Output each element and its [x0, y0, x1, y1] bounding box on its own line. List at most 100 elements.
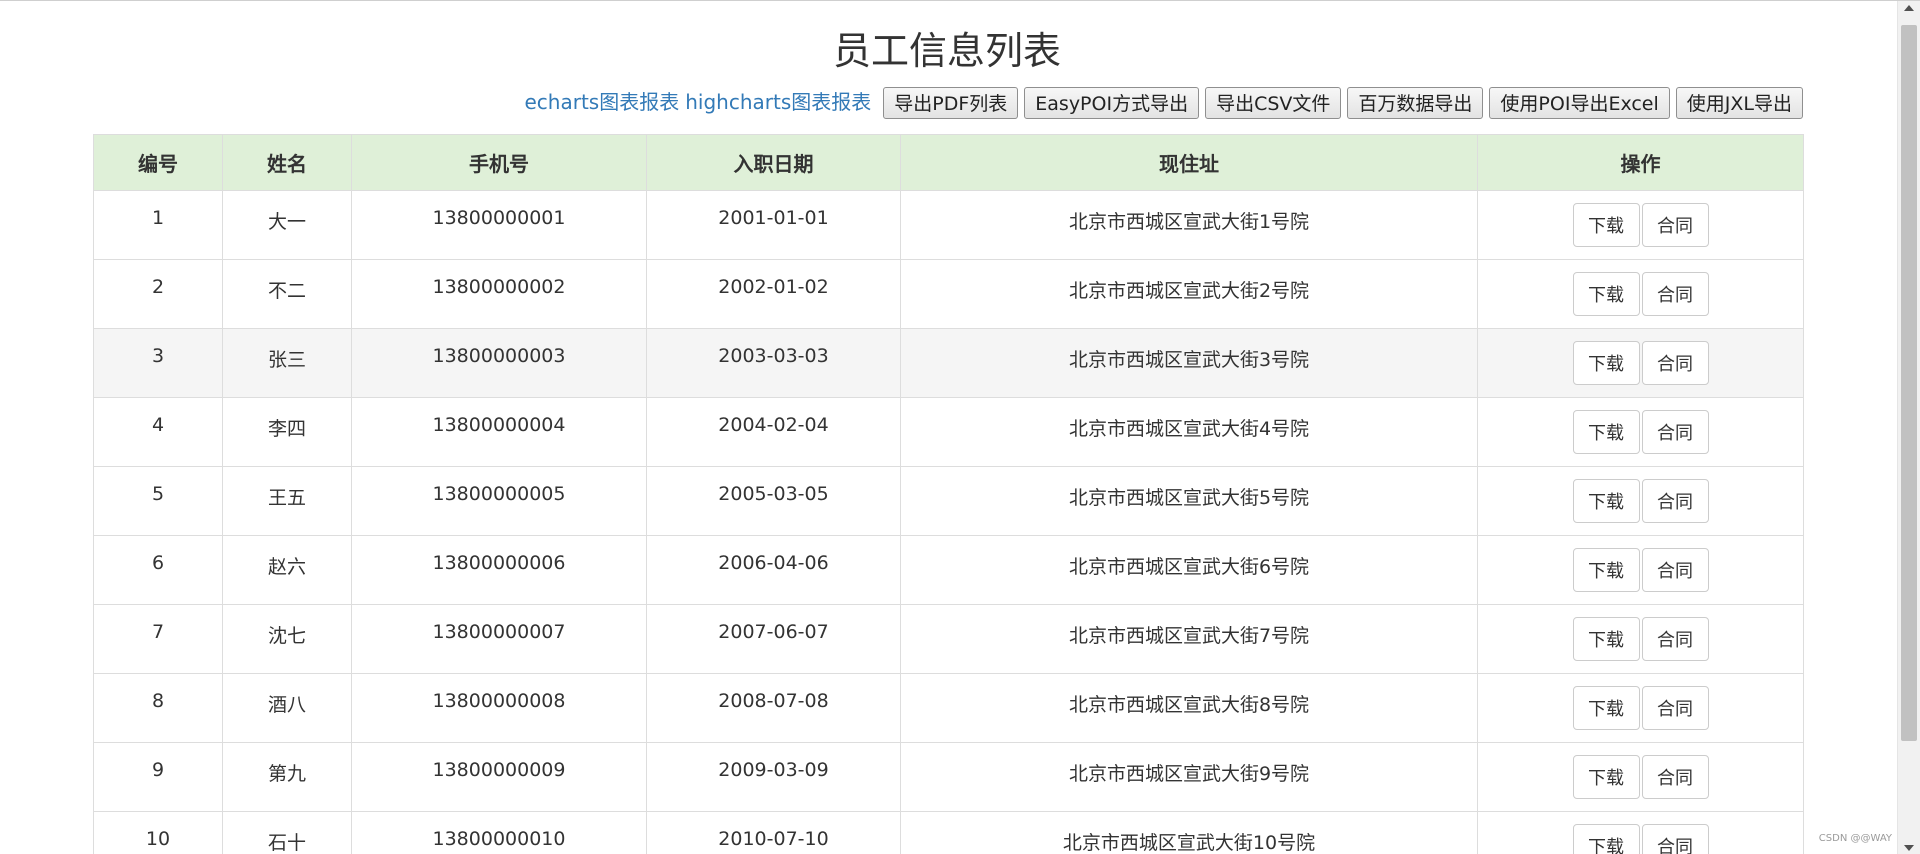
download-button[interactable]: 下载 — [1572, 755, 1640, 799]
cell-address: 北京市西城区宣武大街8号院 — [900, 673, 1478, 743]
cell-name: 大一 — [222, 190, 352, 260]
cell-name: 李四 — [222, 397, 352, 467]
toolbar: echarts图表报表 highcharts图表报表 导出PDF列表 EasyP… — [525, 86, 1803, 119]
cell-address: 北京市西城区宣武大街4号院 — [900, 397, 1478, 467]
cell-name: 石十 — [222, 811, 352, 854]
cell-actions: 下载 合同 — [1477, 535, 1804, 605]
cell-actions: 下载 合同 — [1477, 673, 1804, 743]
cell-address: 北京市西城区宣武大街6号院 — [900, 535, 1478, 605]
contract-button[interactable]: 合同 — [1641, 686, 1709, 730]
contract-button[interactable]: 合同 — [1641, 479, 1709, 523]
contract-button[interactable]: 合同 — [1641, 341, 1709, 385]
cell-phone: 13800000005 — [351, 466, 647, 536]
cell-actions: 下载 合同 — [1477, 604, 1804, 674]
scroll-up-arrow-icon[interactable] — [1904, 5, 1914, 11]
download-button[interactable]: 下载 — [1572, 824, 1640, 854]
column-header-address: 现住址 — [900, 134, 1478, 191]
cell-id: 5 — [93, 466, 223, 536]
cell-hire-date: 2010-07-10 — [646, 811, 901, 854]
cell-hire-date: 2006-04-06 — [646, 535, 901, 605]
contract-button[interactable]: 合同 — [1641, 617, 1709, 661]
table-row: 10 石十 13800000010 2010-07-10 北京市西城区宣武大街10号院下… — [93, 811, 1804, 854]
cell-id: 1 — [93, 190, 223, 260]
cell-hire-date: 2001-01-01 — [646, 190, 901, 260]
cell-actions: 下载 合同 — [1477, 811, 1804, 854]
highcharts-report-link[interactable]: highcharts图表报表 — [685, 86, 871, 119]
cell-id: 2 — [93, 259, 223, 329]
column-header-name: 姓名 — [222, 134, 352, 191]
table-row: 4 李四 13800000004 2004-02-04 北京市西城区宣武大街4号院 下载合… — [93, 397, 1804, 467]
scrollbar-thumb[interactable] — [1901, 25, 1917, 741]
cell-address: 北京市西城区宣武大街3号院 — [900, 328, 1478, 398]
column-header-id: 编号 — [93, 134, 223, 191]
cell-name: 酒八 — [222, 673, 352, 743]
cell-phone: 13800000002 — [351, 259, 647, 329]
cell-phone: 13800000007 — [351, 604, 647, 674]
cell-hire-date: 2008-07-08 — [646, 673, 901, 743]
cell-hire-date: 2003-03-03 — [646, 328, 901, 398]
cell-hire-date: 2005-03-05 — [646, 466, 901, 536]
table-header-row: 编号 姓名 手机号 入职日期 现住址 操作 — [93, 134, 1804, 191]
cell-hire-date: 2007-06-07 — [646, 604, 901, 674]
cell-phone: 13800000003 — [351, 328, 647, 398]
easypoi-export-button[interactable]: EasyPOI方式导出 — [1024, 86, 1200, 119]
million-data-export-button[interactable]: 百万数据导出 — [1347, 86, 1484, 119]
cell-id: 10 — [93, 811, 223, 854]
cell-id: 3 — [93, 328, 223, 398]
cell-phone: 13800000009 — [351, 742, 647, 812]
cell-actions: 下载 合同 — [1477, 190, 1804, 260]
download-button[interactable]: 下载 — [1572, 548, 1640, 592]
contract-button[interactable]: 合同 — [1641, 548, 1709, 592]
cell-actions: 下载 合同 — [1477, 742, 1804, 812]
cell-address: 北京市西城区宣武大街9号院 — [900, 742, 1478, 812]
cell-hire-date: 2009-03-09 — [646, 742, 901, 812]
cell-id: 4 — [93, 397, 223, 467]
jxl-export-button[interactable]: 使用JXL导出 — [1675, 86, 1803, 119]
cell-phone: 13800000010 — [351, 811, 647, 854]
table-row: 7 沈七 13800000007 2007-06-07 北京市西城区宣武大街7号院 下载合… — [93, 604, 1804, 674]
table-row: 5 王五 13800000005 2005-03-05 北京市西城区宣武大街5号院 下载合… — [93, 466, 1804, 536]
poi-export-excel-button[interactable]: 使用POI导出Excel — [1489, 86, 1670, 119]
echarts-report-link[interactable]: echarts图表报表 — [525, 86, 680, 119]
cell-hire-date: 2002-01-02 — [646, 259, 901, 329]
column-header-hire-date: 入职日期 — [646, 134, 901, 191]
table-row: 3 张三 13800000003 2003-03-03 北京市西城区宣武大街3号院 下载合… — [93, 328, 1804, 398]
table-row: 8 酒八 13800000008 2008-07-08 北京市西城区宣武大街8号院 下载合… — [93, 673, 1804, 743]
export-pdf-button[interactable]: 导出PDF列表 — [883, 86, 1019, 119]
cell-id: 9 — [93, 742, 223, 812]
contract-button[interactable]: 合同 — [1641, 410, 1709, 454]
contract-button[interactable]: 合同 — [1641, 272, 1709, 316]
cell-actions: 下载 合同 — [1477, 328, 1804, 398]
cell-address: 北京市西城区宣武大街1号院 — [900, 190, 1478, 260]
page: 员工信息列表 echarts图表报表 highcharts图表报表 导出PDF列… — [0, 0, 1920, 854]
download-button[interactable]: 下载 — [1572, 410, 1640, 454]
download-button[interactable]: 下载 — [1572, 617, 1640, 661]
cell-name: 不二 — [222, 259, 352, 329]
download-button[interactable]: 下载 — [1572, 272, 1640, 316]
cell-hire-date: 2004-02-04 — [646, 397, 901, 467]
scroll-down-arrow-icon[interactable] — [1904, 845, 1914, 851]
download-button[interactable]: 下载 — [1572, 686, 1640, 730]
cell-phone: 13800000001 — [351, 190, 647, 260]
cell-actions: 下载 合同 — [1477, 397, 1804, 467]
employee-table: 编号 姓名 手机号 入职日期 现住址 操作 1 大一 13800000001 2001… — [93, 134, 1804, 854]
contract-button[interactable]: 合同 — [1641, 824, 1709, 854]
download-button[interactable]: 下载 — [1572, 203, 1640, 247]
cell-address: 北京市西城区宣武大街7号院 — [900, 604, 1478, 674]
download-button[interactable]: 下载 — [1572, 479, 1640, 523]
table-row: 6 赵六 13800000006 2006-04-06 北京市西城区宣武大街6号院 下载合… — [93, 535, 1804, 605]
download-button[interactable]: 下载 — [1572, 341, 1640, 385]
table-row: 9 第九 13800000009 2009-03-09 北京市西城区宣武大街9号院 下载合… — [93, 742, 1804, 812]
export-csv-button[interactable]: 导出CSV文件 — [1205, 86, 1342, 119]
cell-address: 北京市西城区宣武大街2号院 — [900, 259, 1478, 329]
cell-name: 张三 — [222, 328, 352, 398]
cell-id: 8 — [93, 673, 223, 743]
page-title: 员工信息列表 — [832, 29, 1061, 73]
vertical-scrollbar[interactable] — [1897, 1, 1920, 854]
table-row: 2 不二 13800000002 2002-01-02 北京市西城区宣武大街2号院 下载合… — [93, 259, 1804, 329]
contract-button[interactable]: 合同 — [1641, 755, 1709, 799]
column-header-actions: 操作 — [1477, 134, 1804, 191]
cell-phone: 13800000004 — [351, 397, 647, 467]
cell-phone: 13800000006 — [351, 535, 647, 605]
contract-button[interactable]: 合同 — [1641, 203, 1709, 247]
